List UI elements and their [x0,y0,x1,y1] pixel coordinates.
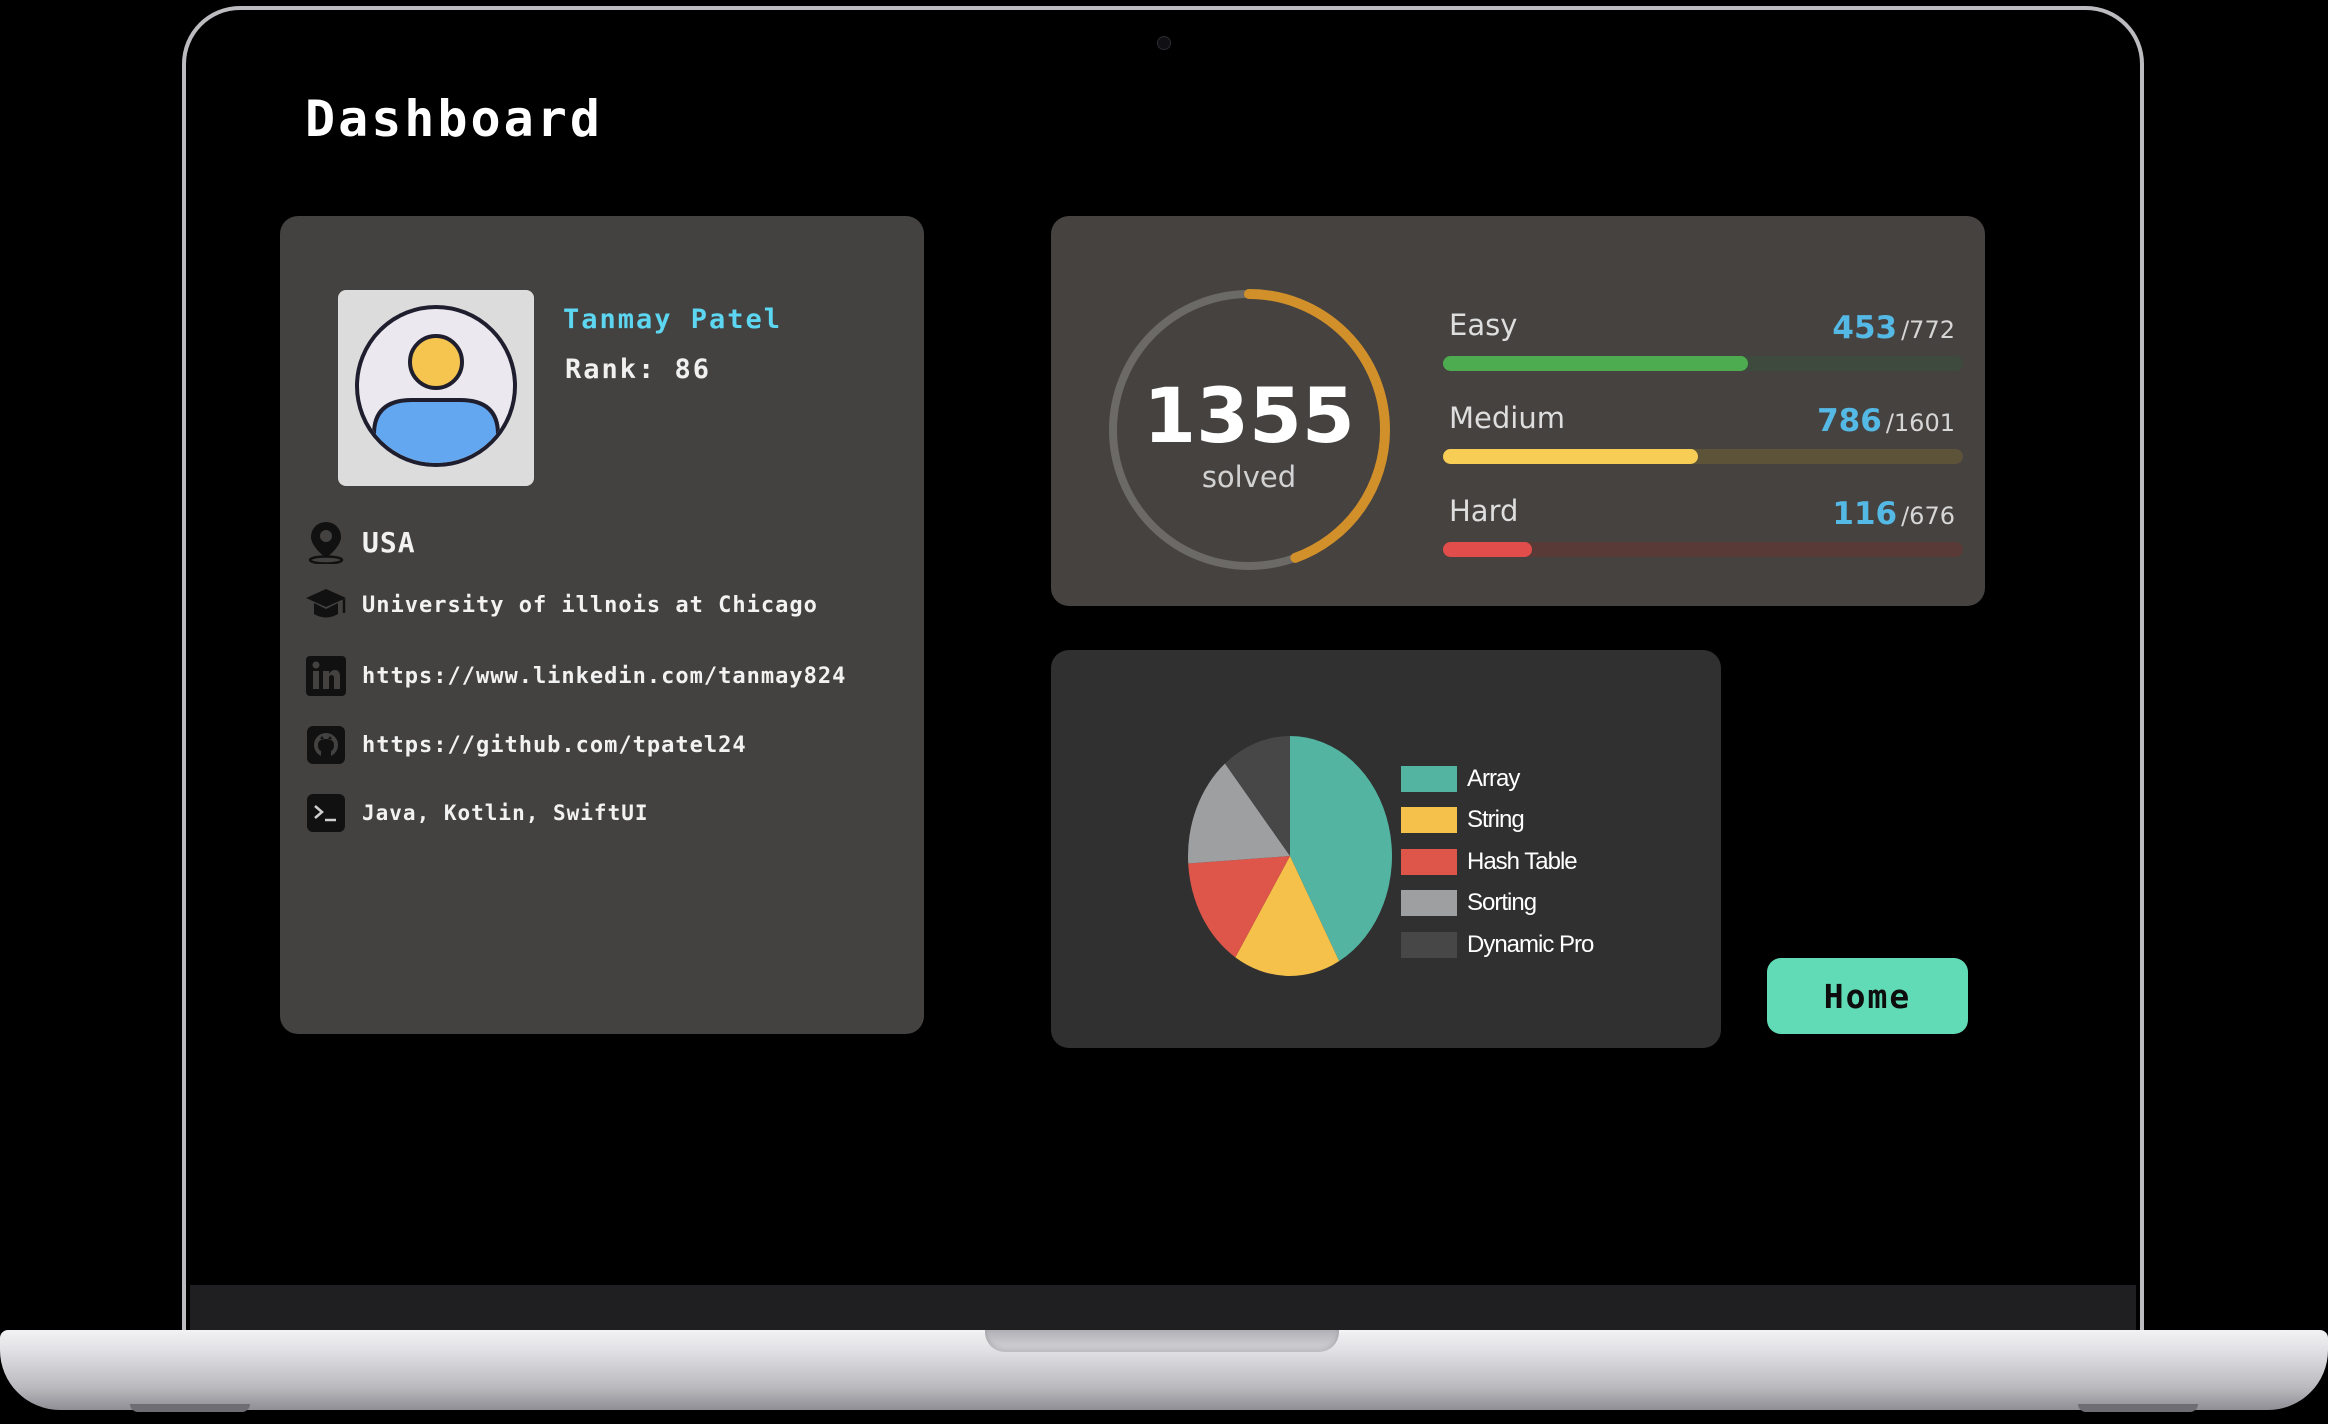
difficulty-progress-track [1443,356,1963,371]
home-button[interactable]: Home [1767,958,1968,1034]
difficulty-row-easy: Easy 453/772 [1443,308,1963,388]
difficulty-progress-fill [1443,542,1533,557]
difficulty-count: 786/1601 [1817,403,1955,439]
difficulty-count: 116/676 [1832,496,1955,532]
topic-chart-card: Array String Hash Table Sorting Dynamic Pro [1051,650,1721,1048]
graduation-cap-icon [304,583,348,627]
difficulty-progress-fill [1443,356,1749,371]
github-link[interactable]: https://github.com/tpatel24 [362,733,747,758]
difficulty-total: /772 [1901,316,1955,344]
legend-swatch [1401,765,1457,792]
difficulty-total: /1601 [1885,409,1955,437]
avatar [338,290,534,486]
legend-swatch [1401,931,1457,958]
school-text: University of illnois at Chicago [362,592,818,618]
difficulty-count: 453/772 [1832,310,1955,346]
difficulty-row-hard: Hard 116/676 [1443,494,1963,574]
legend-label: Sorting [1467,889,1537,917]
legend-item: Hash Table [1401,841,1593,883]
total-solved-count: 1355 [1143,371,1355,460]
difficulty-name: Hard [1449,494,1519,528]
skills-row: Java, Kotlin, SwiftUI [304,791,649,835]
github-icon [304,723,348,767]
difficulty-solved: 453 [1832,310,1898,346]
laptop-foot-left [130,1404,250,1412]
linkedin-row: https://www.linkedin.com/tanmay824 [304,654,846,698]
legend-item: Dynamic Pro [1401,924,1594,966]
profile-rank: Rank: 86 [565,354,712,385]
profile-card: Tanmay Patel Rank: 86 USA University of … [280,216,924,1034]
avatar-icon [355,305,517,467]
screen-bezel-bottom [190,1285,2136,1332]
difficulty-name: Medium [1449,401,1565,435]
webcam-icon [1157,36,1171,50]
page-title: Dashboard [305,90,603,148]
legend-swatch [1401,890,1457,917]
difficulty-row-medium: Medium 786/1601 [1443,401,1963,481]
legend-swatch [1401,848,1457,875]
difficulty-progress-track [1443,542,1963,557]
difficulty-solved: 786 [1817,403,1882,439]
location-text: USA [362,525,416,559]
topic-pie-chart [1188,736,1392,976]
linkedin-link[interactable]: https://www.linkedin.com/tanmay824 [362,664,846,689]
laptop-foot-right [2078,1404,2198,1412]
legend-item: String [1401,800,1593,842]
legend-swatch [1401,807,1457,834]
school-row: University of illnois at Chicago [304,583,818,627]
legend-label: Dynamic Pro [1467,930,1594,958]
difficulty-total: /676 [1901,502,1955,530]
difficulty-name: Easy [1449,308,1518,342]
terminal-icon [304,791,348,835]
github-row: https://github.com/tpatel24 [304,723,747,767]
linkedin-icon [304,654,348,698]
profile-name: Tanmay Patel [563,304,783,335]
chart-legend: Array String Hash Table Sorting Dynamic Pro [1401,758,1594,966]
solved-label: solved [1201,460,1297,494]
legend-item: Array [1401,758,1593,800]
legend-label: Hash Table [1467,847,1578,875]
location-pin-icon [304,520,348,564]
difficulty-solved: 116 [1832,496,1898,532]
solved-stats-card: 1355 solved Easy 453/772 Medium 786/1601… [1051,216,1985,606]
legend-item: Sorting [1401,883,1593,925]
legend-label: Array [1467,764,1520,792]
difficulty-progress-fill [1443,449,1699,464]
legend-label: String [1467,806,1525,834]
laptop-notch [985,1330,1339,1352]
location-row: USA [304,520,416,564]
skills-text: Java, Kotlin, SwiftUI [362,801,649,825]
difficulty-progress-track [1443,449,1963,464]
